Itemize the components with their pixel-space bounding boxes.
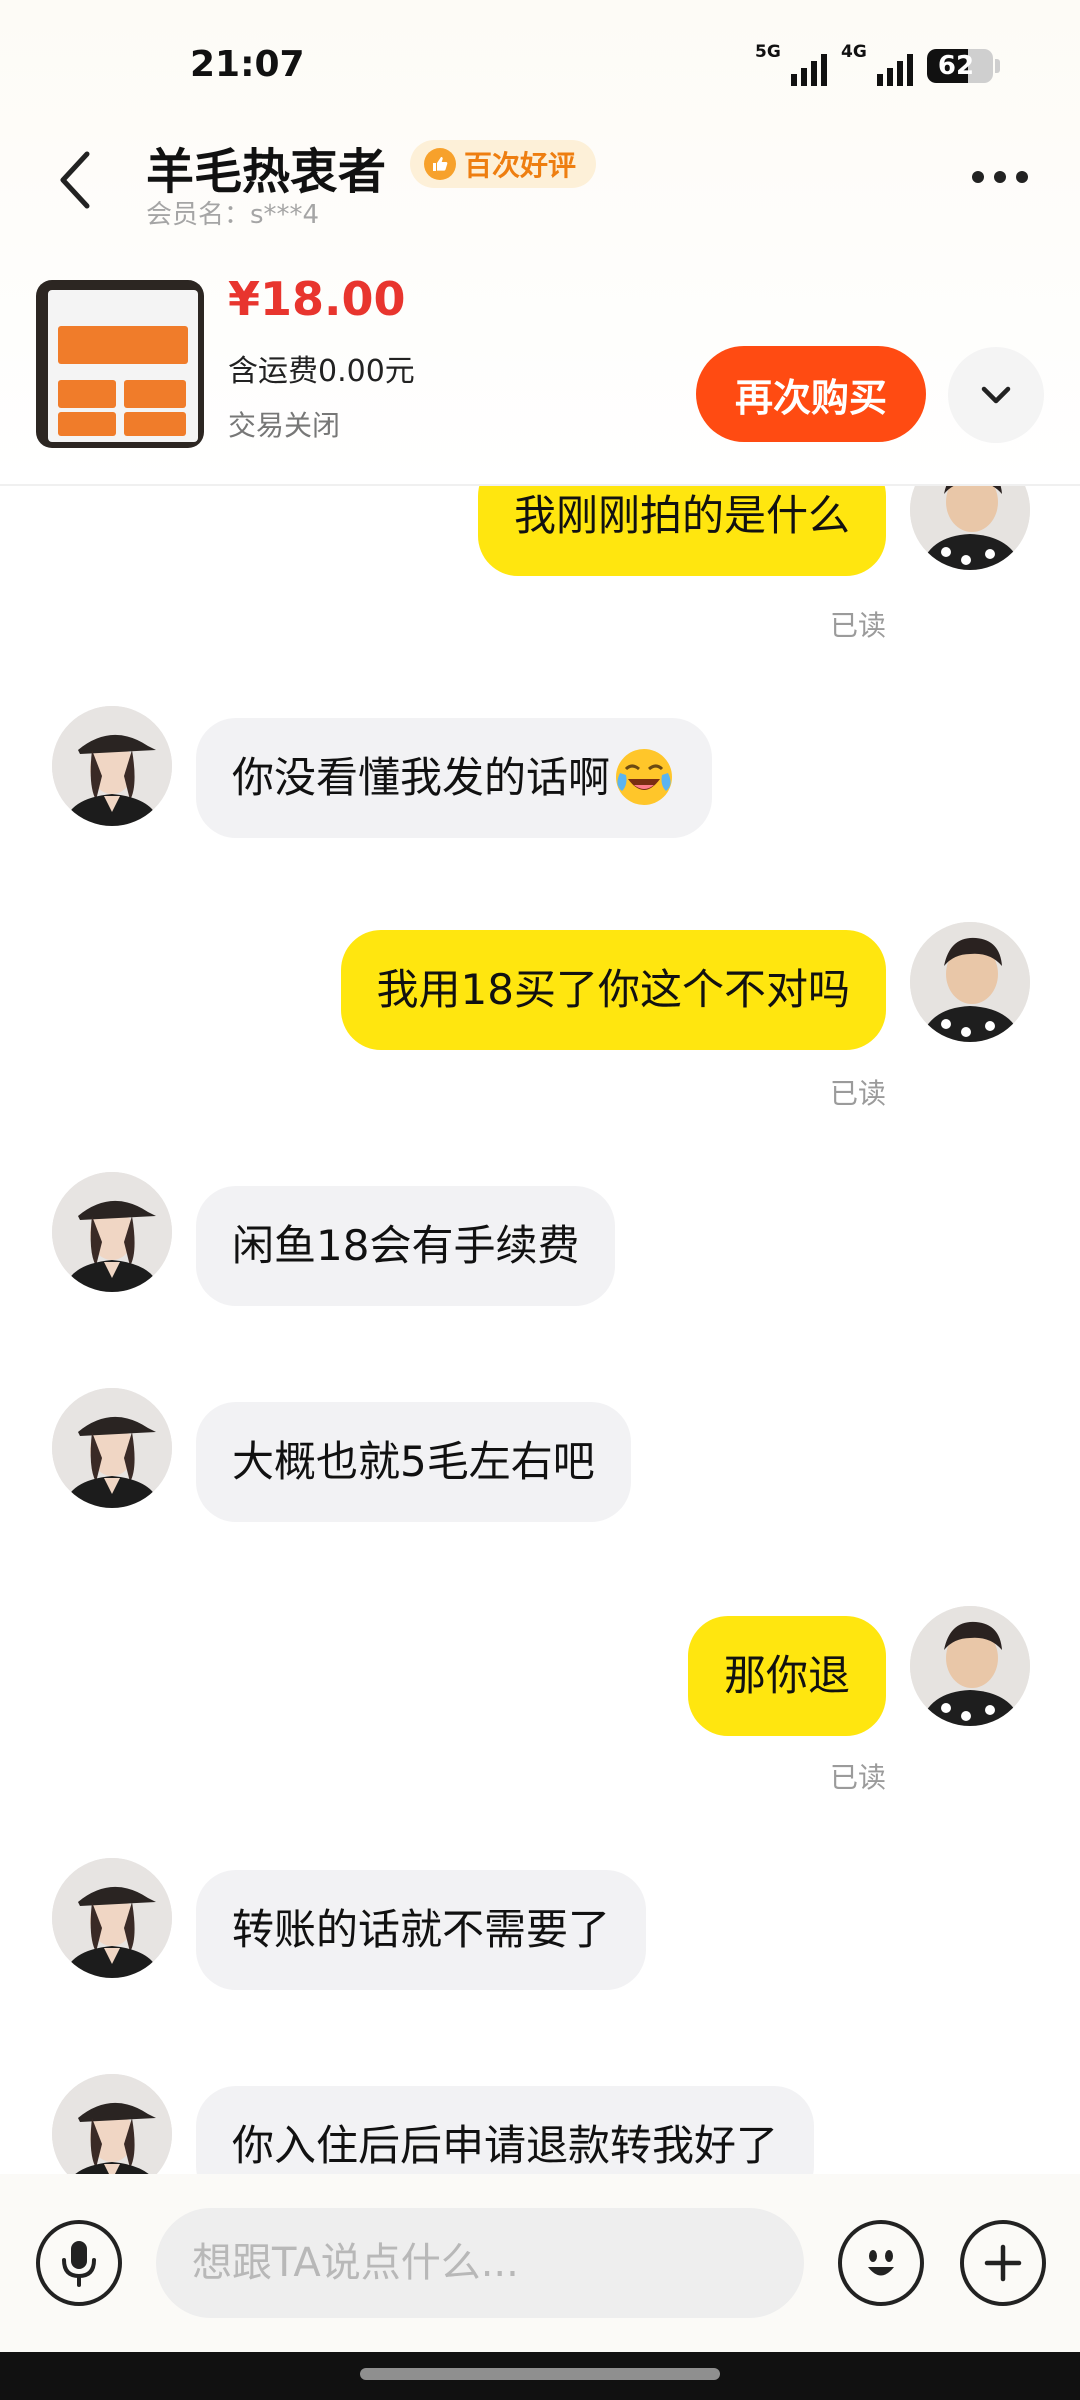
signal-5g-label: 5G: [755, 42, 781, 62]
message-text: 我刚刚拍的是什么: [513, 491, 850, 540]
battery-icon: 62: [927, 49, 993, 83]
chevron-left-icon: [60, 151, 90, 209]
microphone-icon: [62, 2241, 96, 2287]
more-dot-icon: [994, 171, 1006, 183]
back-button[interactable]: [40, 140, 110, 220]
input-bar: [0, 2174, 1080, 2352]
status-time: 21:07: [190, 44, 305, 85]
top-area: 21:07 5G 4G 62 羊毛热衷者 百次好评 会员名：s***4 ¥18.…: [0, 0, 1080, 486]
member-name: 会员名：s***4: [146, 200, 320, 230]
message-text: 大概也就5毛左右吧: [232, 1437, 595, 1486]
crying-laughing-emoji: [616, 748, 673, 805]
voice-button[interactable]: [36, 2220, 122, 2306]
seller-avatar[interactable]: [52, 1388, 172, 1508]
more-actions-button[interactable]: [960, 2220, 1046, 2306]
message-bubble-incoming[interactable]: 转账的话就不需要了: [196, 1870, 647, 1990]
praise-badge[interactable]: 百次好评: [410, 140, 597, 188]
emoji-button[interactable]: [838, 2220, 924, 2306]
message-bubble-incoming[interactable]: 你入住后后申请退款转我好了: [196, 2086, 815, 2174]
plus-icon: [984, 2244, 1022, 2282]
home-indicator[interactable]: [360, 2368, 720, 2380]
my-avatar[interactable]: [910, 1606, 1030, 1726]
seller-avatar[interactable]: [52, 1172, 172, 1292]
seller-avatar[interactable]: [52, 1858, 172, 1978]
status-icons: 5G 4G 62: [755, 42, 1000, 86]
read-receipt: 已读: [829, 609, 886, 642]
battery-tip: [995, 59, 1000, 73]
chevron-down-icon: [981, 386, 1011, 404]
more-dot-icon: [1016, 171, 1028, 183]
signal-5g-icon: 5G: [755, 42, 827, 86]
seller-nickname[interactable]: 羊毛热衷者: [146, 132, 386, 202]
message-text: 闲鱼18会有手续费: [232, 1221, 580, 1270]
message-text: 你入住后后申请退款转我好了: [232, 2121, 779, 2170]
smiley-icon: [868, 2250, 894, 2276]
shipping-fee: 含运费0.00元: [228, 354, 415, 389]
more-options-button[interactable]: [960, 150, 1040, 204]
message-bubble-outgoing[interactable]: 我刚刚拍的是什么: [477, 486, 886, 576]
praise-badge-label: 百次好评: [464, 149, 577, 182]
message-input[interactable]: [156, 2208, 804, 2318]
read-receipt: 已读: [829, 1077, 886, 1110]
expand-card-button[interactable]: [948, 347, 1044, 443]
message-bubble-incoming[interactable]: 你没看懂我发的话啊: [196, 718, 713, 838]
product-thumbnail[interactable]: [36, 280, 204, 448]
message-text: 那你退: [723, 1651, 850, 1700]
message-bubble-incoming[interactable]: 闲鱼18会有手续费: [196, 1186, 616, 1306]
more-dot-icon: [972, 171, 984, 183]
deal-status: 交易关闭: [228, 409, 341, 442]
message-text: 转账的话就不需要了: [232, 1905, 611, 1954]
thumbs-up-medal-icon: [424, 148, 456, 180]
message-bubble-outgoing[interactable]: 那你退: [687, 1616, 886, 1736]
buy-again-button[interactable]: 再次购买: [696, 346, 926, 442]
seller-avatar[interactable]: [52, 706, 172, 826]
message-text: 我用18买了你这个不对吗: [376, 965, 850, 1014]
my-avatar[interactable]: [910, 486, 1030, 570]
read-receipt: 已读: [829, 1761, 886, 1794]
message-text: 你没看懂我发的话啊: [232, 753, 611, 802]
product-price: ¥18.00: [228, 272, 406, 326]
chat-area[interactable]: 我刚刚拍的是什么 已读 你没看懂我发的话啊 我用18买了你这个不对吗 已读 闲鱼…: [0, 486, 1080, 2174]
message-bubble-incoming[interactable]: 大概也就5毛左右吧: [196, 1402, 631, 1522]
my-avatar[interactable]: [910, 922, 1030, 1042]
battery-percent: 62: [937, 51, 975, 81]
seller-avatar[interactable]: [52, 2074, 172, 2174]
signal-4g-label: 4G: [841, 42, 867, 62]
message-bubble-outgoing[interactable]: 我用18买了你这个不对吗: [340, 930, 886, 1050]
signal-4g-icon: 4G: [841, 42, 913, 86]
product-screenshot: [48, 290, 198, 442]
